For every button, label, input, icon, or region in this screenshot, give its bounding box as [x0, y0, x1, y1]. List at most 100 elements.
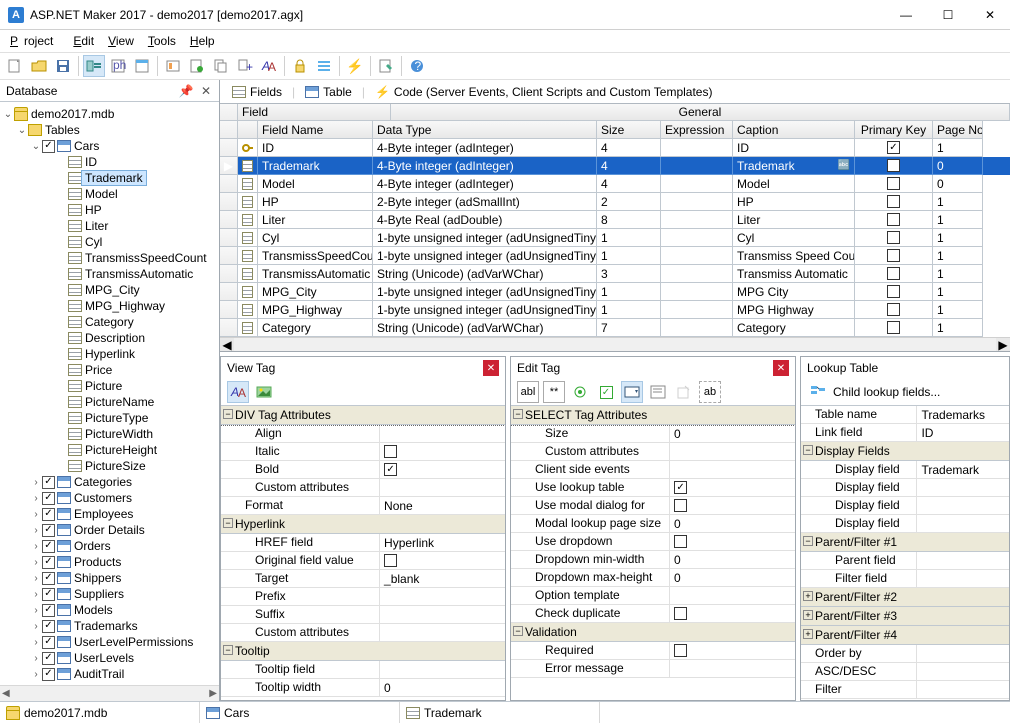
tree-field[interactable]: Category [82, 315, 137, 329]
checkbox-icon[interactable]: ✓ [42, 492, 55, 505]
checkbox-icon[interactable]: ✓ [42, 540, 55, 553]
col-page-no[interactable]: Page No. [933, 121, 983, 139]
grid-group-general[interactable]: General [391, 104, 1010, 121]
password-input-icon[interactable]: ** [543, 381, 565, 403]
tree-field[interactable]: PictureName [82, 395, 157, 409]
html-settings-icon[interactable] [131, 55, 153, 77]
tree-table[interactable]: Employees [71, 507, 136, 521]
col-field-name[interactable]: Field Name [258, 121, 373, 139]
hidden-input-icon[interactable]: ab [699, 381, 721, 403]
menu-edit[interactable]: Edit [67, 32, 100, 50]
checkbox-icon[interactable]: ✓ [42, 636, 55, 649]
minimize-button[interactable]: — [894, 8, 918, 22]
grid-row[interactable]: ID4-Byte integer (adInteger)4ID✓1 [220, 139, 1010, 157]
tree-field[interactable]: TransmissAutomatic [82, 267, 196, 281]
tree-field[interactable]: Hyperlink [82, 347, 138, 361]
grid-row[interactable]: TransmissAutomaticString (Unicode) (adVa… [220, 265, 1010, 283]
checkbox-input-icon[interactable]: ✓ [595, 381, 617, 403]
col-expression[interactable]: Expression [661, 121, 733, 139]
image-icon[interactable] [253, 381, 275, 403]
tab-code[interactable]: ⚡Code (Server Events, Client Scripts and… [369, 83, 719, 101]
tree-field[interactable]: Description [82, 331, 148, 345]
tree-field[interactable]: Model [82, 187, 121, 201]
tree-field[interactable]: Trademark [82, 171, 146, 185]
group-select-attrs[interactable]: −SELECT Tag Attributes [511, 406, 795, 425]
new-project-icon[interactable] [4, 55, 26, 77]
sidebar-hscroll[interactable]: ◀▶ [0, 685, 219, 701]
tree-table[interactable]: Shippers [71, 571, 124, 585]
tree-table[interactable]: Order Details [71, 523, 148, 537]
checkbox-icon[interactable]: ✓ [42, 556, 55, 569]
tree-field[interactable]: Price [82, 363, 115, 377]
select-input-icon[interactable] [621, 381, 643, 403]
checkbox-icon[interactable]: ✓ [42, 604, 55, 617]
maximize-button[interactable]: ☐ [936, 8, 960, 22]
grid-row[interactable]: HP2-Byte integer (adSmallInt)2HP1 [220, 193, 1010, 211]
group-pf1[interactable]: −Parent/Filter #1 [801, 533, 1009, 552]
checkbox-icon[interactable]: ✓ [42, 620, 55, 633]
tools-icon[interactable] [375, 55, 397, 77]
group-div-attrs[interactable]: −DIV Tag Attributes [221, 406, 505, 425]
checkbox-icon[interactable]: ✓ [42, 476, 55, 489]
col-size[interactable]: Size [597, 121, 661, 139]
col-caption[interactable]: Caption [733, 121, 855, 139]
tree-table[interactable]: UserLevels [71, 651, 137, 665]
tree-field[interactable]: PictureHeight [82, 443, 160, 457]
tree-table[interactable]: Models [71, 603, 116, 617]
col-data-type[interactable]: Data Type [373, 121, 597, 139]
col-primary-key[interactable]: Primary Key [855, 121, 933, 139]
copy-field-icon[interactable]: + [234, 55, 256, 77]
file-input-icon[interactable] [673, 381, 695, 403]
tree-field[interactable]: TransmissSpeedCount [82, 251, 210, 265]
tree-field[interactable]: Cyl [82, 235, 105, 249]
grid-row[interactable]: Model4-Byte integer (adInteger)4Model0 [220, 175, 1010, 193]
tree-field[interactable]: MPG_City [82, 283, 143, 297]
checkbox-icon[interactable]: ✓ [42, 508, 55, 521]
checkbox-icon[interactable]: ✓ [42, 588, 55, 601]
tree-table[interactable]: Customers [71, 491, 135, 505]
menu-view[interactable]: View [102, 32, 140, 50]
close-icon[interactable]: ✕ [483, 360, 499, 376]
tree-table[interactable]: Products [71, 555, 124, 569]
copy-table-icon[interactable] [210, 55, 232, 77]
tree-table[interactable]: Trademarks [71, 619, 141, 633]
child-lookup-icon[interactable] [807, 381, 829, 403]
open-icon[interactable] [28, 55, 50, 77]
php-settings-icon[interactable]: php [107, 55, 129, 77]
text-input-icon[interactable]: abl [517, 381, 539, 403]
font-icon[interactable]: AA [258, 55, 280, 77]
grid-row[interactable]: TransmissSpeedCount1-byte unsigned integ… [220, 247, 1010, 265]
tab-table[interactable]: Table [299, 83, 358, 101]
save-icon[interactable] [52, 55, 74, 77]
textarea-icon[interactable] [647, 381, 669, 403]
tree-field[interactable]: PictureWidth [82, 427, 156, 441]
grid-row[interactable]: MPG_City1-byte unsigned integer (adUnsig… [220, 283, 1010, 301]
group-tooltip[interactable]: −Tooltip [221, 642, 505, 661]
grid-row[interactable]: Liter4-Byte Real (adDouble)8Liter1 [220, 211, 1010, 229]
tree-table[interactable]: Categories [71, 475, 135, 489]
tree-field[interactable]: Liter [82, 219, 111, 233]
tree-table[interactable]: UserLevelPermissions [71, 635, 196, 649]
checkbox-icon[interactable]: ✓ [42, 668, 55, 681]
format-text-icon[interactable]: AA [227, 381, 249, 403]
group-hyperlink[interactable]: −Hyperlink [221, 515, 505, 534]
menu-help[interactable]: Help [184, 32, 221, 50]
synchronize-icon[interactable]: ⚡ [344, 55, 366, 77]
tree-field[interactable]: MPG_Highway [82, 299, 168, 313]
group-display-fields[interactable]: −Display Fields [801, 442, 1009, 461]
tree-field[interactable]: ID [82, 155, 100, 169]
tree-field[interactable]: PictureSize [82, 459, 149, 473]
radio-icon[interactable] [569, 381, 591, 403]
grid-row[interactable]: CategoryString (Unicode) (adVarWChar)7Ca… [220, 319, 1010, 337]
tree-tables-folder[interactable]: Tables [42, 123, 83, 137]
group-pf4[interactable]: +Parent/Filter #4 [801, 626, 1009, 645]
tree-table-cars[interactable]: Cars [71, 139, 102, 153]
database-tree[interactable]: ⌄demo2017.mdb ⌄Tables ⌄✓Cars ›ID›Tradema… [0, 102, 219, 685]
help-icon[interactable]: ? [406, 55, 428, 77]
checkbox-icon[interactable]: ✓ [42, 652, 55, 665]
checkbox-icon[interactable]: ✓ [42, 524, 55, 537]
grid-hscroll[interactable]: ◀▶ [220, 337, 1010, 351]
checkbox-icon[interactable]: ✓ [42, 140, 55, 153]
close-panel-icon[interactable]: ✕ [199, 84, 213, 98]
menu-project[interactable]: Project [4, 32, 65, 50]
